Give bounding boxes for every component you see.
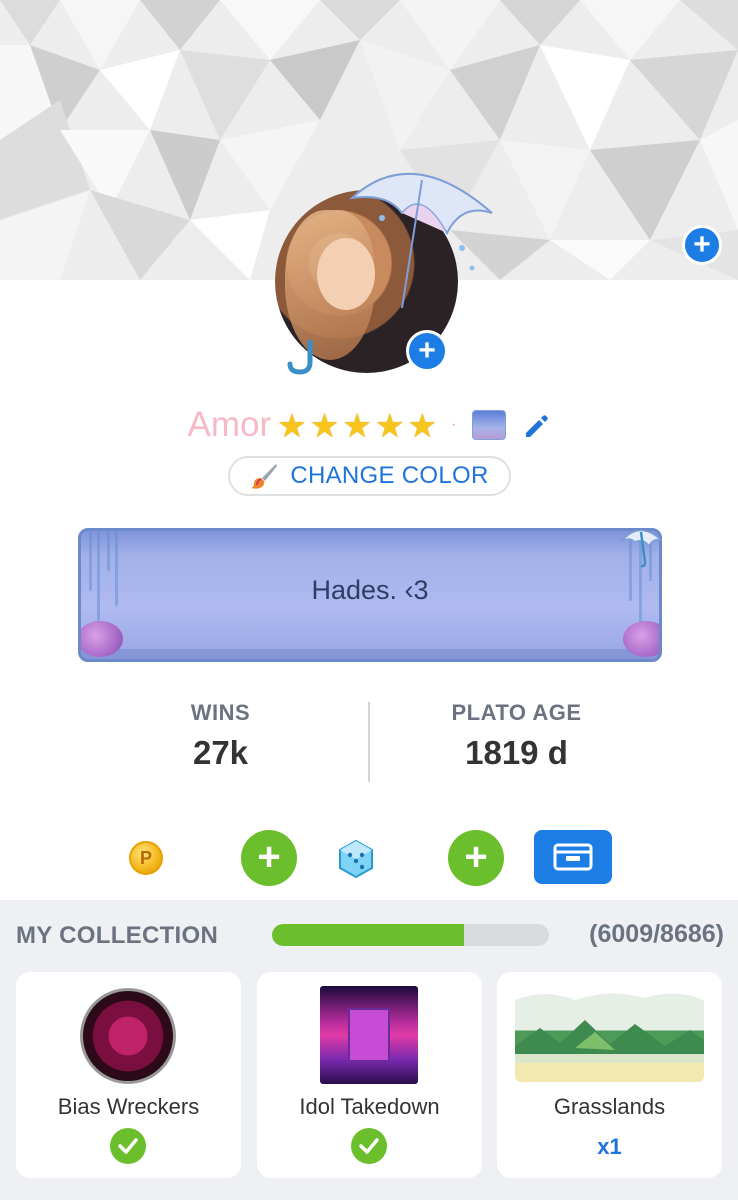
profile-name-row: Amor ★ ★ ★ ★ ★ · [0,400,738,450]
collection-progress-fill [272,924,464,946]
collection-title: MY COLLECTION [16,922,219,949]
collection-progress-bar [272,924,549,946]
coin-icon: P [129,841,163,875]
bio-umbrella-icon [620,529,662,568]
collection-item-name: Idol Takedown [299,1094,440,1119]
edit-pencil-icon[interactable] [522,411,550,439]
star-icon: ★ [374,406,405,444]
star-icon: ★ [309,406,340,444]
wallet-button[interactable] [534,830,612,884]
my-collection-section: MY COLLECTION (6009/8686) Bias Wreckers … [0,900,738,1200]
drip-decoration [107,531,110,571]
rating-stars: ★ ★ ★ ★ ★ [277,409,437,442]
idol-takedown-image [320,986,418,1084]
bio-text: Hades. ‹3 [311,575,429,605]
add-avatar-button[interactable]: + [406,330,448,372]
plato-age-value: 1819 d [465,734,568,771]
paintbrush-icon [251,464,278,489]
collection-item-name: Grasslands [553,1094,666,1119]
add-coins-button[interactable]: + [241,830,297,886]
collection-card-grasslands[interactable]: Grasslands x1 [497,972,722,1178]
check-icon [351,1128,387,1164]
add-dice-button[interactable]: + [448,830,504,886]
dice-gem-icon [339,839,373,879]
separator-dot: · [451,416,457,433]
currency-row: P + + [0,828,738,886]
change-color-button[interactable]: CHANGE COLOR [228,456,511,496]
stats-section: WINS 27k PLATO AGE 1819 d [0,700,738,784]
mountains-graphic [515,988,704,1054]
bio-card[interactable]: Hades. ‹3 [78,528,662,662]
umbrella-handle-icon [287,340,313,375]
plato-age-stat: PLATO AGE 1819 d [332,700,701,772]
collection-count: (6009/8686) [589,920,724,948]
wallet-icon [553,843,593,871]
change-color-label: CHANGE COLOR [290,462,489,489]
plato-age-label: PLATO AGE [451,700,582,725]
profile-name: Amor [187,405,272,444]
avatar-container: + [270,172,493,380]
star-icon: ★ [342,406,372,444]
item-quantity: x1 [597,1134,622,1159]
collection-card-idol-takedown[interactable]: Idol Takedown [257,972,482,1178]
star-icon: ★ [277,406,307,444]
flower-decoration-icon [623,621,659,657]
add-banner-button[interactable]: + [682,225,722,265]
star-icon: ★ [407,406,438,444]
grasslands-image [515,988,704,1082]
collection-card-bias-wreckers[interactable]: Bias Wreckers [16,972,241,1178]
plus-icon: + [464,834,488,879]
stage-graphic [348,1008,390,1062]
bias-wreckers-image [80,988,176,1084]
collection-item-name: Bias Wreckers [57,1094,200,1119]
check-icon [110,1128,146,1164]
plus-icon: + [257,834,281,879]
profile-frame-icon[interactable] [472,410,507,440]
flower-decoration-icon [81,621,123,657]
umbrella-decoration-icon [348,172,493,308]
